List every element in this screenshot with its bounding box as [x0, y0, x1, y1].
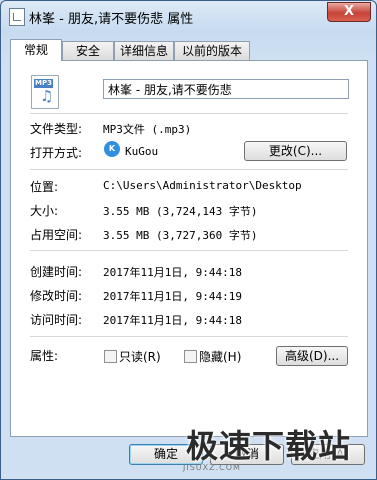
- modified-label: 修改时间:: [30, 289, 83, 303]
- accessed-label: 访问时间:: [30, 313, 83, 327]
- advanced-button[interactable]: 高级(D)...: [276, 346, 348, 366]
- watermark-url: JISUXZ.COM: [183, 463, 241, 472]
- type-value: MP3文件 (.mp3): [103, 123, 192, 136]
- music-note-icon: ♫: [40, 87, 54, 105]
- size-value: 3.55 MB (3,724,143 字节): [103, 205, 258, 218]
- size-on-disk-value: 3.55 MB (3,727,360 字节): [103, 229, 258, 242]
- location-label: 位置:: [30, 180, 59, 194]
- size-label: 大小:: [30, 204, 59, 218]
- tab-general[interactable]: 常规: [10, 39, 62, 61]
- modified-value: 2017年11月1日, 9:44:19: [103, 290, 242, 303]
- file-name-field[interactable]: 林峯 - 朋友,请不要伤悲: [103, 79, 349, 99]
- readonly-label[interactable]: 只读(R): [119, 348, 161, 365]
- created-value: 2017年11月1日, 9:44:18: [103, 266, 242, 279]
- tab-details[interactable]: 详细信息: [114, 41, 174, 60]
- divider: [30, 169, 348, 170]
- close-button[interactable]: X: [327, 2, 371, 22]
- type-label: 文件类型:: [30, 122, 83, 136]
- attributes-label: 属性:: [30, 349, 59, 363]
- window-title: 林峯 - 朋友,请不要伤悲 属性: [29, 12, 194, 27]
- readonly-checkbox[interactable]: [104, 350, 117, 363]
- hidden-checkbox[interactable]: [184, 350, 197, 363]
- properties-window: 林峯 - 朋友,请不要伤悲 属性 X 常规 安全 详细信息 以前的版本 MP3 …: [0, 0, 377, 480]
- created-label: 创建时间:: [30, 265, 83, 279]
- mp3-file-icon: MP3 ♫: [31, 75, 59, 109]
- tab-previous-versions[interactable]: 以前的版本: [174, 41, 250, 60]
- title-bar[interactable]: 林峯 - 朋友,请不要伤悲 属性 X: [1, 1, 376, 31]
- location-value: C:\Users\Administrator\Desktop: [103, 179, 302, 192]
- accessed-value: 2017年11月1日, 9:44:18: [103, 314, 242, 327]
- change-button[interactable]: 更改(C)...: [244, 141, 347, 161]
- divider: [30, 336, 348, 337]
- hidden-label[interactable]: 隐藏(H): [199, 348, 241, 365]
- document-icon: [9, 8, 25, 26]
- app-name: KuGou: [125, 145, 159, 158]
- divider: [30, 250, 348, 251]
- kugou-app-icon: K: [104, 141, 120, 157]
- open-with-label: 打开方式:: [30, 146, 83, 160]
- tab-security[interactable]: 安全: [62, 41, 114, 60]
- divider: [30, 113, 348, 114]
- general-panel: MP3 ♫ 林峯 - 朋友,请不要伤悲 文件类型: MP3文件 (.mp3) 打…: [10, 60, 368, 437]
- size-on-disk-label: 占用空间:: [30, 228, 83, 242]
